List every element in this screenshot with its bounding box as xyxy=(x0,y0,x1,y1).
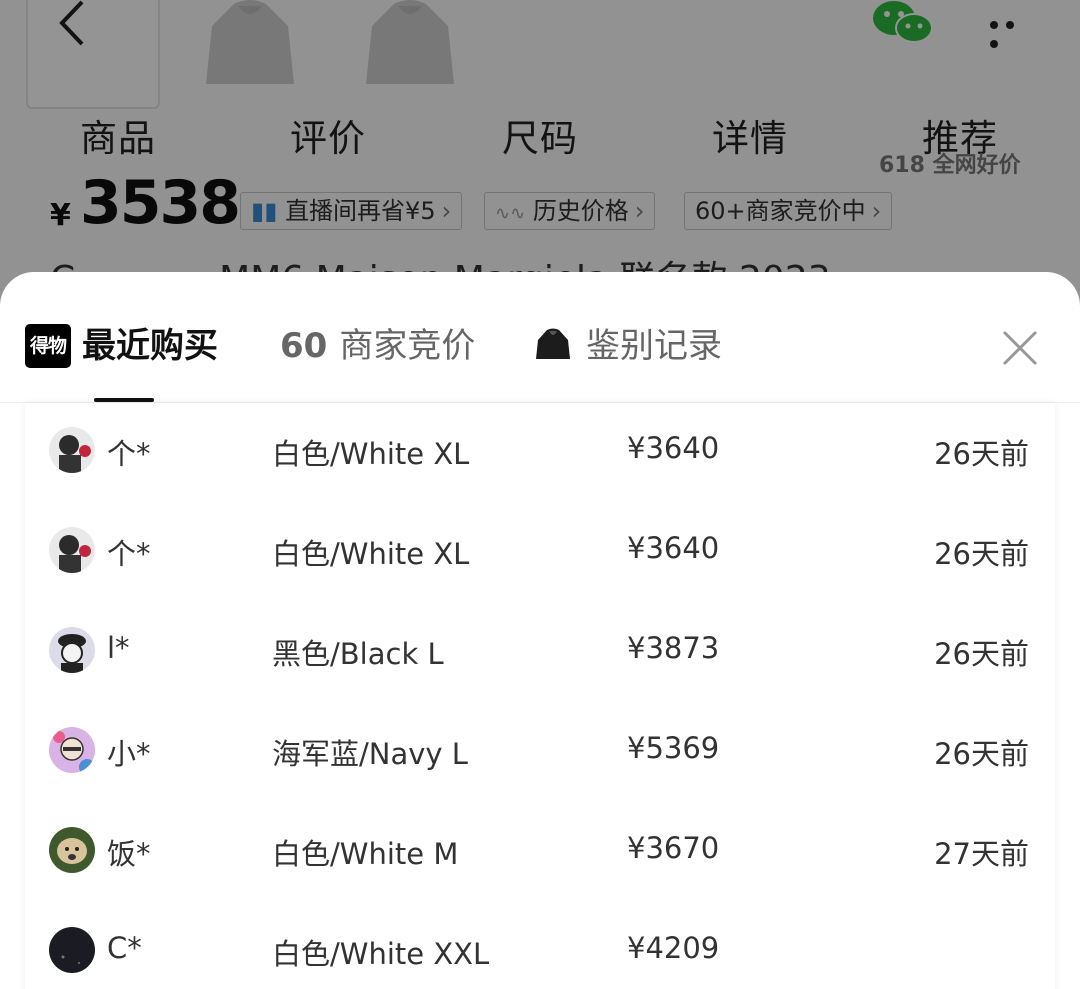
avatar xyxy=(49,627,95,673)
list-item: 饭* 白色/White M ¥3670 27天前 xyxy=(25,815,1055,915)
purchase-spec: 黑色/Black L xyxy=(272,637,444,671)
purchase-price: ¥4209 xyxy=(627,931,720,965)
tab-merchant-bids[interactable]: 60 商家竞价 xyxy=(280,324,475,368)
list-item: l* 黑色/Black L ¥3873 26天前 xyxy=(25,615,1055,715)
purchase-spec: 白色/White XL xyxy=(272,537,470,571)
purchase-spec: 白色/White XXL xyxy=(272,937,490,971)
buyer-name: 个* xyxy=(107,437,151,471)
purchase-price: ¥3640 xyxy=(627,431,720,465)
purchase-spec: 海军蓝/Navy L xyxy=(272,737,468,771)
tab-label: 商家竞价 xyxy=(339,326,476,366)
list-item: 小* 海军蓝/Navy L ¥5369 26天前 xyxy=(25,715,1055,815)
purchase-time: 26天前 xyxy=(934,737,1029,771)
purchase-price: ¥3873 xyxy=(627,631,720,665)
list-item: 个* 白色/White XL ¥3640 26天前 xyxy=(25,415,1055,515)
purchase-price: ¥3670 xyxy=(627,831,720,865)
avatar xyxy=(49,727,95,773)
avatar xyxy=(49,827,95,873)
purchase-time: 26天前 xyxy=(934,637,1029,671)
purchase-spec: 白色/White M xyxy=(272,837,459,871)
tab-authentication-records[interactable]: 鉴别记录 xyxy=(586,324,722,368)
avatar xyxy=(49,427,95,473)
avatar xyxy=(49,927,95,973)
purchase-list: 个* 白色/White XL ¥3640 26天前 个* 白色/White XL… xyxy=(25,403,1055,989)
merchant-count: 60 xyxy=(280,326,328,366)
buyer-name: l* xyxy=(107,631,130,665)
close-icon[interactable] xyxy=(998,326,1042,370)
list-item: C* 白色/White XXL ¥4209 xyxy=(25,915,1055,989)
list-item: 个* 白色/White XL ¥3640 26天前 xyxy=(25,515,1055,615)
purchase-spec: 白色/White XL xyxy=(272,437,470,471)
purchase-time: 26天前 xyxy=(934,537,1029,571)
purchase-time: 27天前 xyxy=(934,837,1029,871)
purchase-price: ¥5369 xyxy=(627,731,720,765)
purchase-time: 26天前 xyxy=(934,437,1029,471)
hoodie-icon xyxy=(536,328,570,359)
buyer-name: 个* xyxy=(107,537,151,571)
buyer-name: C* xyxy=(107,931,142,965)
avatar xyxy=(49,527,95,573)
tab-recent-purchases[interactable]: 最近购买 xyxy=(82,324,218,368)
active-tab-indicator xyxy=(94,398,154,402)
dewu-logo: 得物 xyxy=(25,324,71,368)
buyer-name: 小* xyxy=(107,737,151,771)
recent-purchases-sheet: 得物 最近购买 60 商家竞价 鉴别记录 个* 白色/White XL ¥3640… xyxy=(0,272,1080,989)
buyer-name: 饭* xyxy=(107,837,151,871)
purchase-price: ¥3640 xyxy=(627,531,720,565)
sheet-header: 得物 最近购买 60 商家竞价 鉴别记录 xyxy=(0,272,1080,403)
